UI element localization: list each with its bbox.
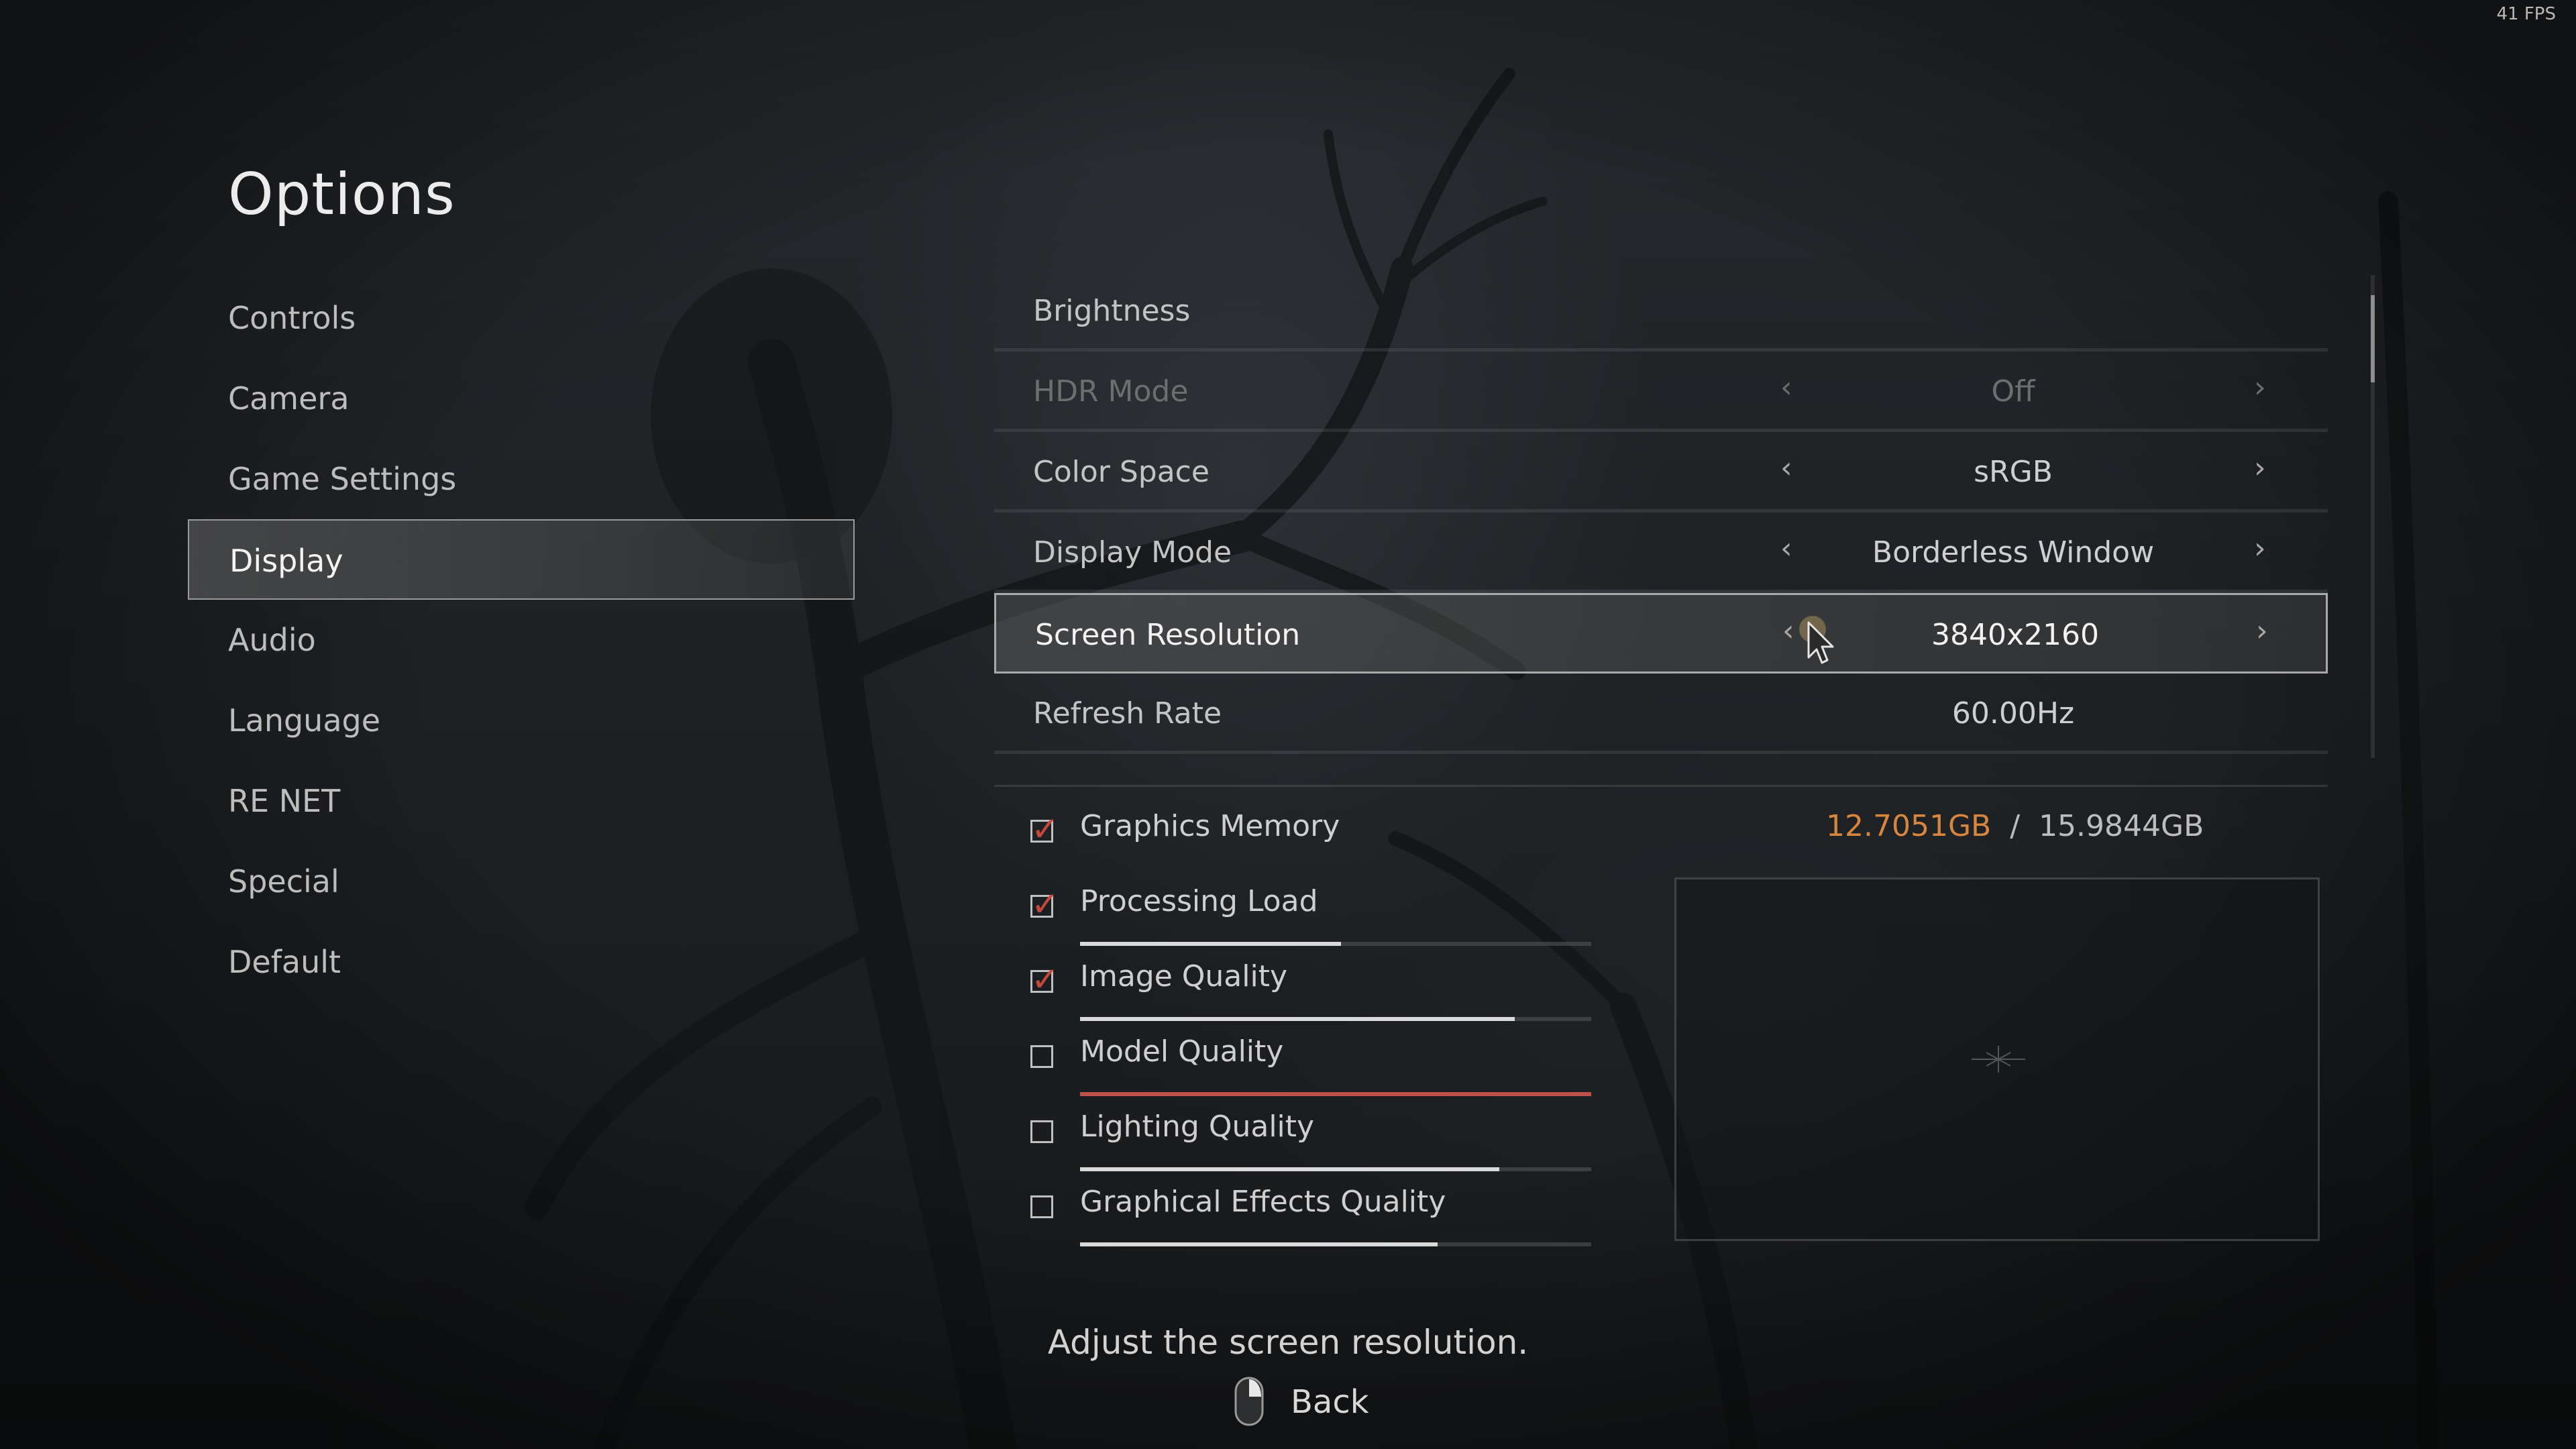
sidebar-item-display[interactable]: Display xyxy=(188,519,855,600)
graphical-effects-quality-checkbox[interactable] xyxy=(1030,1195,1053,1218)
back-label: Back xyxy=(1291,1383,1369,1421)
model-quality-bar xyxy=(1080,1092,1591,1096)
section-divider xyxy=(994,785,2328,787)
scrollbar-thumb[interactable] xyxy=(2371,295,2375,382)
chevron-right-icon: › xyxy=(2254,370,2266,405)
preview-panel xyxy=(1674,877,2320,1241)
chevron-left-icon: ‹ xyxy=(1780,370,1792,405)
fps-counter: 41 FPS xyxy=(2496,4,2557,24)
checkmark-icon: ✓ xyxy=(1031,810,1059,849)
processing-load-bar xyxy=(1080,942,1591,946)
setting-label: Color Space xyxy=(1033,455,1210,489)
memory-used-value: 12.7051GB xyxy=(1826,809,1992,843)
mouse-icon xyxy=(1234,1377,1264,1426)
lighting-quality-bar-fill xyxy=(1080,1167,1499,1171)
model-quality-label: Model Quality xyxy=(1080,1034,1284,1069)
graphics-memory-readout: 12.7051GB / 15.9844GB xyxy=(1826,809,2204,843)
graphics-memory-row[interactable]: ✓ Graphics Memory 12.7051GB / 15.9844GB xyxy=(1028,805,2329,880)
setting-value: 60.00Hz xyxy=(1951,696,2075,731)
setting-row-refresh-rate[interactable]: Refresh Rate 60.00Hz xyxy=(994,674,2328,754)
setting-row-hdr-mode: HDR Mode ‹ Off › xyxy=(994,352,2328,432)
setting-row-color-space[interactable]: Color Space ‹ sRGB › xyxy=(994,432,2328,513)
memory-total-value: 15.9844GB xyxy=(2039,809,2204,843)
lighting-quality-label: Lighting Quality xyxy=(1080,1110,1315,1144)
chevron-left-icon[interactable]: ‹ xyxy=(1782,595,1794,667)
setting-value: 3840x2160 xyxy=(1931,618,2099,652)
sidebar-item-special[interactable]: Special xyxy=(188,841,855,922)
setting-value: sRGB xyxy=(1974,455,2053,489)
setting-label: HDR Mode xyxy=(1033,374,1189,409)
graphical-effects-quality-label: Graphical Effects Quality xyxy=(1080,1185,1446,1219)
help-text: Adjust the screen resolution. xyxy=(1047,1323,1529,1362)
image-quality-checkbox[interactable]: ✓ xyxy=(1030,963,1059,996)
sidebar-item-camera[interactable]: Camera xyxy=(188,358,855,439)
chevron-right-icon[interactable]: › xyxy=(2254,513,2266,585)
setting-label: Refresh Rate xyxy=(1033,696,1222,731)
sidebar-item-game-settings[interactable]: Game Settings xyxy=(188,439,855,519)
chevron-left-icon[interactable]: ‹ xyxy=(1780,432,1792,504)
sidebar-item-language[interactable]: Language xyxy=(188,680,855,761)
setting-label: Display Mode xyxy=(1033,535,1232,570)
model-quality-checkbox[interactable] xyxy=(1030,1045,1053,1068)
image-quality-bar-fill xyxy=(1080,1017,1515,1021)
processing-load-checkbox[interactable]: ✓ xyxy=(1030,888,1059,921)
setting-label: Screen Resolution xyxy=(1035,618,1301,652)
lighting-quality-checkbox[interactable] xyxy=(1030,1120,1053,1143)
processing-load-bar-fill xyxy=(1080,942,1341,946)
graphical-effects-quality-bar xyxy=(1080,1242,1591,1246)
mouse-cursor-icon xyxy=(1799,616,1834,664)
sidebar-menu: Controls Camera Game Settings Display Au… xyxy=(188,278,855,1002)
chevron-right-icon[interactable]: › xyxy=(2254,432,2266,504)
graphics-memory-checkbox[interactable]: ✓ xyxy=(1030,812,1059,846)
sparkle-icon xyxy=(1972,1046,2025,1073)
setting-value: Borderless Window xyxy=(1872,535,2155,570)
checkmark-icon: ✓ xyxy=(1031,960,1059,999)
setting-value: Off xyxy=(1991,374,2035,409)
page-title: Options xyxy=(228,161,455,228)
sidebar-item-controls[interactable]: Controls xyxy=(188,278,855,358)
chevron-left-icon[interactable]: ‹ xyxy=(1780,513,1792,585)
graphics-memory-label: Graphics Memory xyxy=(1080,809,1340,843)
setting-row-screen-resolution[interactable]: Screen Resolution ‹ 3840x2160 › xyxy=(994,593,2328,674)
image-quality-label: Image Quality xyxy=(1080,959,1288,994)
sidebar-item-re-net[interactable]: RE NET xyxy=(188,761,855,841)
checkmark-icon: ✓ xyxy=(1031,885,1059,924)
graphical-effects-quality-bar-fill xyxy=(1080,1242,1438,1246)
memory-separator: / xyxy=(2010,809,2021,843)
settings-scrollbar[interactable] xyxy=(2371,275,2375,758)
processing-load-label: Processing Load xyxy=(1080,884,1318,918)
display-settings-list: Brightness HDR Mode ‹ Off › Color Space … xyxy=(994,271,2328,754)
setting-row-display-mode[interactable]: Display Mode ‹ Borderless Window › xyxy=(994,513,2328,593)
setting-label: Brightness xyxy=(1033,294,1191,328)
setting-row-brightness[interactable]: Brightness xyxy=(994,271,2328,352)
sidebar-item-audio[interactable]: Audio xyxy=(188,600,855,680)
chevron-right-icon[interactable]: › xyxy=(2256,595,2268,667)
sidebar-item-default[interactable]: Default xyxy=(188,922,855,1002)
lighting-quality-bar xyxy=(1080,1167,1591,1171)
image-quality-bar xyxy=(1080,1017,1591,1021)
model-quality-bar-fill xyxy=(1080,1092,1591,1096)
